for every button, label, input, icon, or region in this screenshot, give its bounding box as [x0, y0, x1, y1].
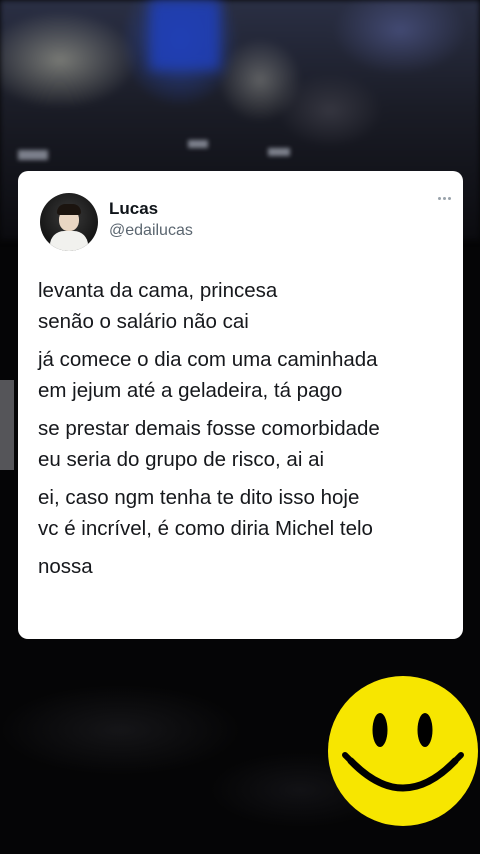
- tweet-paragraph: levanta da cama, princesa senão o salário…: [38, 275, 443, 337]
- tweet-line: ei, caso ngm tenha te dito isso hoje: [38, 486, 360, 509]
- author-handle[interactable]: @edailucas: [109, 222, 193, 240]
- author-name[interactable]: Lucas: [109, 199, 158, 219]
- tweet-card[interactable]: Lucas @edailucas levanta da cama, prince…: [18, 171, 463, 639]
- tweet-line: em jejum até a geladeira, tá pago: [38, 379, 343, 402]
- tweet-text: levanta da cama, princesa senão o salário…: [38, 275, 443, 582]
- stage-light: [188, 140, 208, 148]
- tweet-line: se prestar demais fosse comorbidade: [38, 417, 380, 440]
- more-dot: [448, 197, 451, 200]
- tweet-line: já comece o dia com uma caminhada: [38, 348, 378, 371]
- avatar-hair: [57, 204, 81, 215]
- more-dot: [443, 197, 446, 200]
- tweet-paragraph: ei, caso ngm tenha te dito isso hoje vc é…: [38, 482, 443, 544]
- more-icon[interactable]: [438, 197, 451, 200]
- stage-light: [268, 148, 290, 156]
- stage-blue-light: [150, 0, 220, 70]
- tweet-header: Lucas @edailucas: [38, 183, 451, 257]
- tweet-line: vc é incrível, é como diria Michel telo: [38, 517, 373, 540]
- avatar-shirt: [50, 231, 88, 251]
- tweet-line: eu seria do grupo de risco, ai ai: [38, 448, 325, 471]
- more-dot: [438, 197, 441, 200]
- tweet-paragraph: nossa: [38, 551, 443, 582]
- side-glow: [0, 380, 14, 470]
- smiley-left-eye: [372, 713, 388, 747]
- avatar[interactable]: [40, 193, 98, 251]
- smiley-icon: [328, 676, 478, 826]
- tweet-line: nossa: [38, 555, 93, 578]
- tweet-paragraph: já comece o dia com uma caminhada em jeju…: [38, 344, 443, 406]
- tweet-line: senão o salário não cai: [38, 310, 249, 333]
- smiley-face: [328, 676, 478, 826]
- tweet-line: levanta da cama, princesa: [38, 279, 278, 302]
- smiley-right-eye: [417, 713, 433, 747]
- stage-light: [18, 150, 48, 160]
- tweet-paragraph: se prestar demais fosse comorbidade eu se…: [38, 413, 443, 475]
